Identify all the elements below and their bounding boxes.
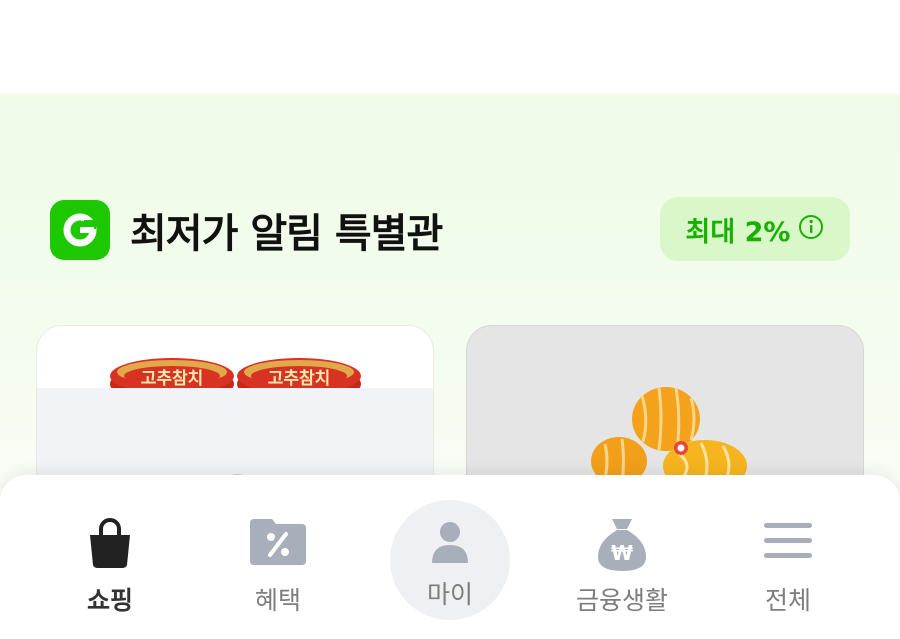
tab-label: 금융생활 <box>575 586 668 615</box>
tab-finance[interactable]: ₩ 금융생활 <box>532 475 712 639</box>
tab-benefits[interactable]: 혜택 <box>188 475 368 639</box>
tuna-package-label: 고추참치 <box>268 368 331 389</box>
section-title: 최저가 알림 특별관 <box>130 211 443 257</box>
menu-icon <box>762 519 814 567</box>
shopping-bag-icon <box>82 515 138 575</box>
percent-folder-icon <box>248 515 308 575</box>
g-logo-icon: G <box>50 200 110 260</box>
g-logo-letter: G <box>60 210 61 211</box>
max-reward-text: 최대 2% <box>685 216 791 248</box>
tab-my[interactable]: 마이 <box>360 475 540 639</box>
tab-label: 혜택 <box>254 586 301 615</box>
tab-label: 마이 <box>426 580 473 609</box>
max-reward-badge[interactable]: 최대 2% <box>660 197 850 261</box>
tab-shopping[interactable]: 쇼핑 <box>20 475 200 639</box>
status-bar-area <box>0 0 900 94</box>
person-icon <box>428 519 472 571</box>
svg-text:₩: ₩ <box>611 541 633 565</box>
section-header: G 최저가 알림 특별관 <box>50 200 443 260</box>
tab-all[interactable]: 전체 <box>698 475 878 639</box>
info-icon[interactable] <box>798 214 824 244</box>
tab-label: 전체 <box>764 586 811 615</box>
tuna-package-label: 고추참치 <box>141 368 204 389</box>
money-bag-icon: ₩ <box>594 515 650 577</box>
tab-label: 쇼핑 <box>86 586 133 615</box>
